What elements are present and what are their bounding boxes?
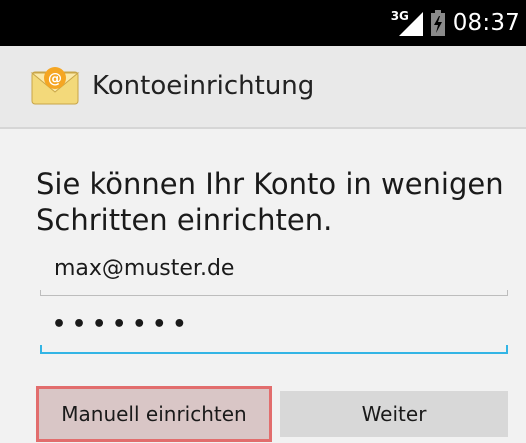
status-clock: 08:37 [452,10,520,36]
signal-icon: 3G [391,8,425,38]
manual-setup-button[interactable]: Manuell einrichten [36,386,272,442]
intro-text: Sie können Ihr Konto in wenigen Schritte… [36,167,504,237]
email-value: max@muster.de [54,256,235,281]
svg-text:@: @ [48,71,62,87]
email-field[interactable]: max@muster.de [40,250,508,296]
page-title: Kontoeinrichtung [92,71,315,101]
password-value: ••••••• [52,312,193,337]
email-underline [40,295,508,296]
email-underline-tick-right [507,290,508,296]
account-setup-screen: 3G 08:37 @ Kontoeinrichtung Sie können I… [0,0,526,443]
password-underline-tick-left [40,345,42,354]
password-field[interactable]: ••••••• [40,306,508,354]
email-underline-tick-left [40,290,41,296]
battery-icon [430,10,445,36]
password-underline-tick-right [506,345,508,354]
next-button[interactable]: Weiter [280,391,508,437]
email-app-icon[interactable]: @ [30,64,80,108]
action-bar-divider [0,127,526,129]
action-bar: @ Kontoeinrichtung [0,46,526,128]
password-underline [40,352,508,354]
status-icons: 3G 08:37 [391,0,520,46]
status-bar: 3G 08:37 [0,0,526,46]
